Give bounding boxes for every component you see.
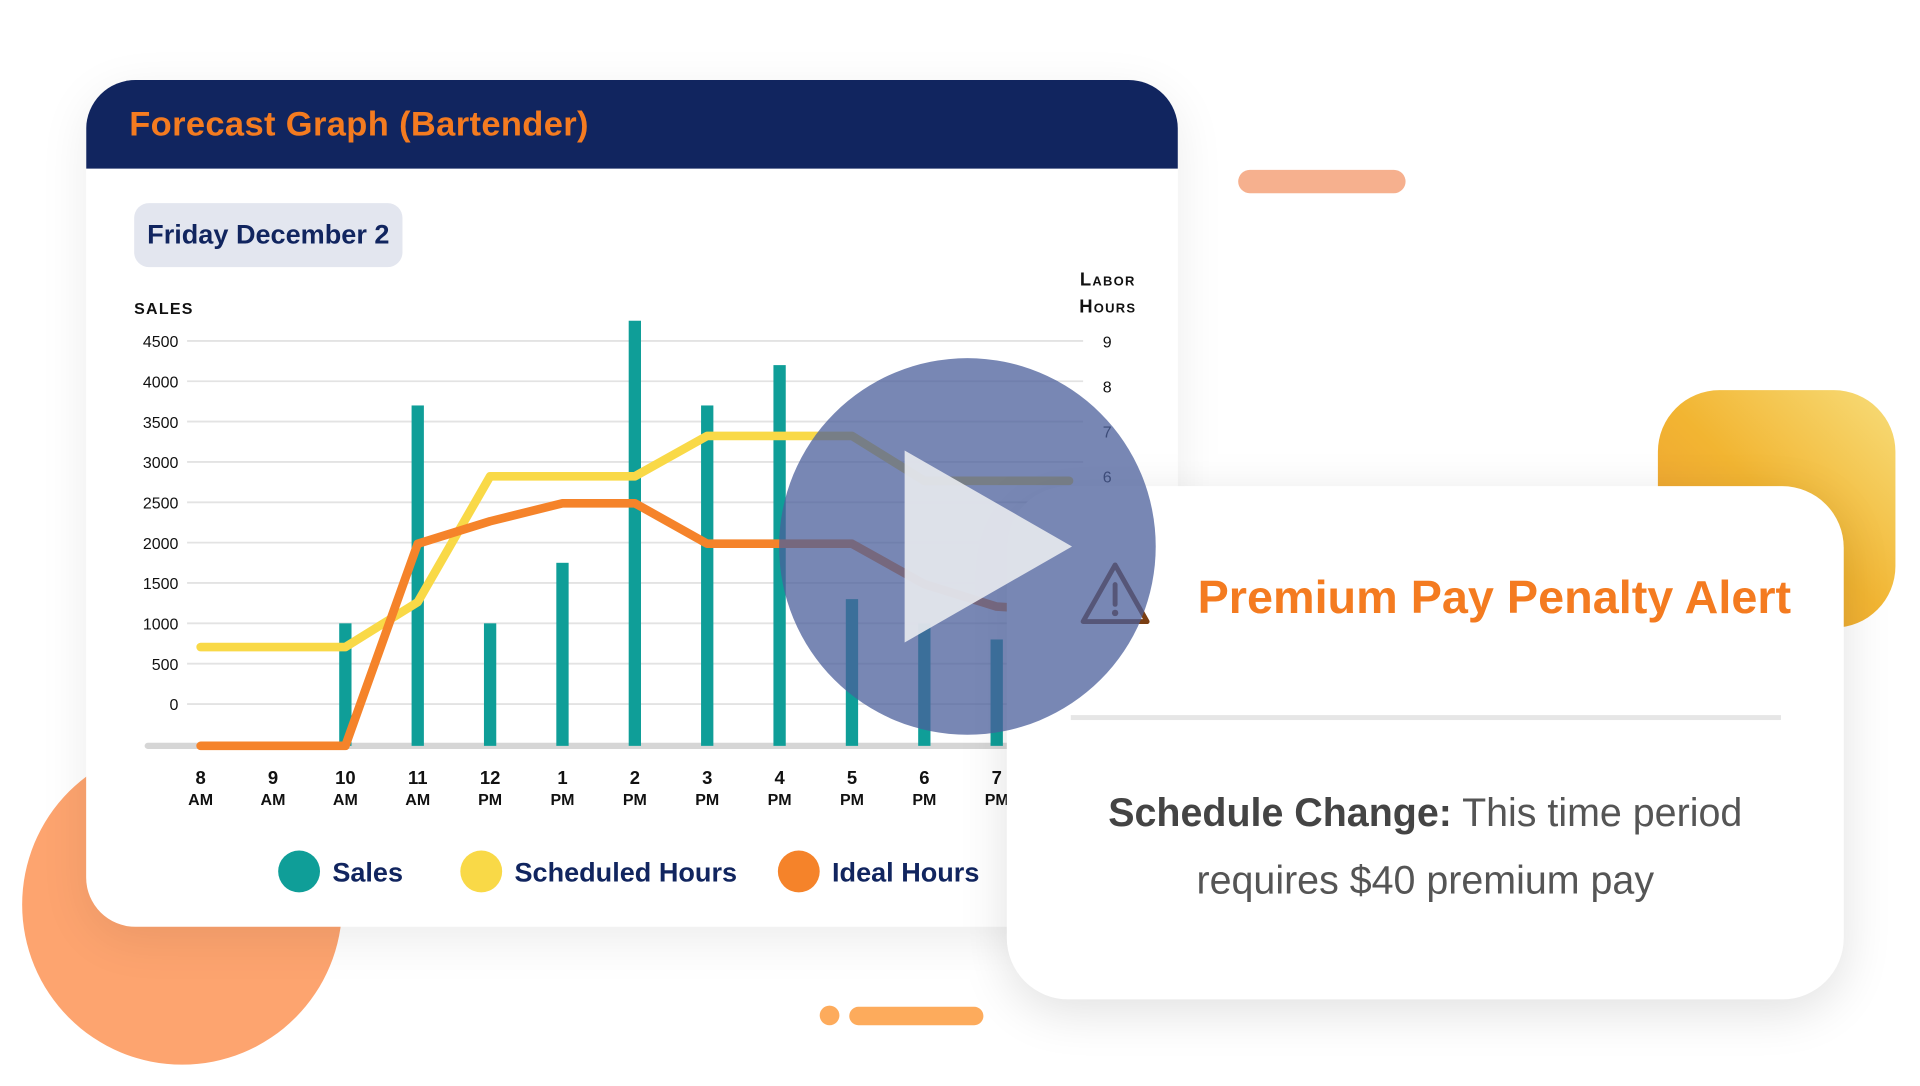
play-video-button[interactable] <box>778 357 1157 736</box>
card-title: Forecast Graph (Bartender) <box>129 104 589 143</box>
alert-body: Schedule Change: This time period requir… <box>1007 779 1844 914</box>
alert-body-line2: requires $40 premium pay <box>1196 857 1655 903</box>
decor-pill <box>1238 169 1406 194</box>
alert-title: Premium Pay Penalty Alert <box>1197 572 1792 625</box>
divider <box>1070 715 1781 721</box>
decor-dot <box>819 1005 840 1026</box>
decor-pill-bottom <box>849 1006 984 1026</box>
date-chip[interactable]: Friday December 2 <box>134 203 403 268</box>
alert-body-bold: Schedule Change: <box>1108 790 1452 835</box>
alert-body-text: This time period <box>1451 790 1743 835</box>
